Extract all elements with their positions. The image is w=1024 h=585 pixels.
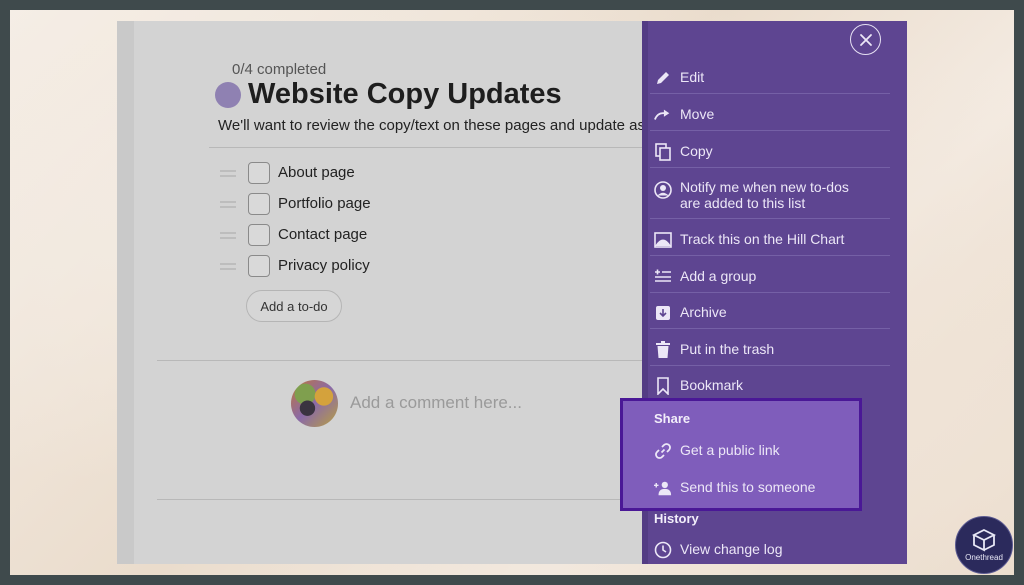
menu-item-label: Archive	[680, 304, 727, 320]
menu-item-label: Add a group	[680, 268, 757, 284]
menu-item-label: Copy	[680, 143, 713, 159]
drag-handle-icon[interactable]	[220, 263, 236, 270]
todo-label[interactable]: Contact page	[278, 226, 367, 243]
menu-item-label: Edit	[680, 69, 705, 85]
close-button[interactable]	[850, 24, 881, 55]
todo-label[interactable]: About page	[278, 164, 355, 181]
todo-checkbox[interactable]	[248, 255, 270, 277]
brand-name: Onethread	[965, 553, 1003, 562]
todo-label[interactable]: Privacy policy	[278, 257, 370, 274]
history-heading: History	[654, 511, 699, 526]
link-icon	[654, 442, 672, 460]
todo-label[interactable]: Portfolio page	[278, 195, 371, 212]
drag-handle-icon[interactable]	[220, 170, 236, 177]
todo-checkbox[interactable]	[248, 162, 270, 184]
avatar[interactable]	[291, 380, 338, 427]
divider	[157, 360, 644, 361]
todo-checkbox[interactable]	[248, 224, 270, 246]
divider	[650, 328, 890, 329]
divider	[209, 147, 644, 148]
bookmark-icon	[654, 377, 672, 395]
list-title[interactable]: Website Copy Updates	[248, 78, 562, 111]
close-icon	[859, 33, 872, 46]
menu-item-label: Move	[680, 106, 715, 122]
list-status-dot	[215, 82, 241, 108]
archive-icon	[654, 304, 672, 322]
divider	[650, 167, 890, 168]
pencil-icon	[654, 69, 672, 87]
trash-icon	[654, 341, 672, 359]
share-highlight-box: Share Get a public link Send this to som…	[620, 398, 862, 511]
menu-item-label: View change log	[680, 541, 783, 557]
person-circle-icon	[654, 181, 672, 199]
divider	[650, 218, 890, 219]
add-group-icon	[654, 268, 672, 286]
add-person-icon	[654, 479, 672, 497]
clock-icon	[654, 541, 672, 559]
share-heading: Share	[654, 411, 691, 426]
divider	[650, 255, 890, 256]
drag-handle-icon[interactable]	[220, 201, 236, 208]
menu-item-label: Get a public link	[680, 442, 780, 458]
divider	[650, 130, 890, 131]
app-window: 0/4 completed Website Copy Updates We'll…	[117, 21, 907, 564]
menu-item-label: Notify me when new to-dos are added to t…	[680, 179, 849, 211]
menu-item-label: Bookmark	[680, 377, 744, 393]
drag-handle-icon[interactable]	[220, 232, 236, 239]
move-arrow-icon	[654, 106, 672, 124]
todo-checkbox[interactable]	[248, 193, 270, 215]
comment-input[interactable]: Add a comment here...	[350, 393, 522, 413]
menu-item-label: Send this to someone	[680, 479, 816, 495]
list-description: We'll want to review the copy/text on th…	[218, 117, 644, 134]
options-menu: Edit Move Copy Notify me when new to-dos…	[620, 21, 907, 564]
brand-badge: Onethread	[955, 516, 1013, 574]
todo-list-panel: 0/4 completed Website Copy Updates We'll…	[134, 21, 644, 564]
menu-item-label: Put in the trash	[680, 341, 775, 357]
add-todo-button[interactable]: Add a to-do	[246, 290, 342, 322]
cube-logo-icon	[971, 528, 997, 552]
divider	[650, 93, 890, 94]
divider	[650, 365, 890, 366]
divider	[650, 292, 890, 293]
copy-icon	[654, 143, 672, 161]
hill-chart-icon	[654, 231, 672, 249]
completion-progress: 0/4 completed	[232, 61, 327, 78]
menu-item-label: Track this on the Hill Chart	[680, 231, 845, 247]
divider	[157, 499, 644, 500]
